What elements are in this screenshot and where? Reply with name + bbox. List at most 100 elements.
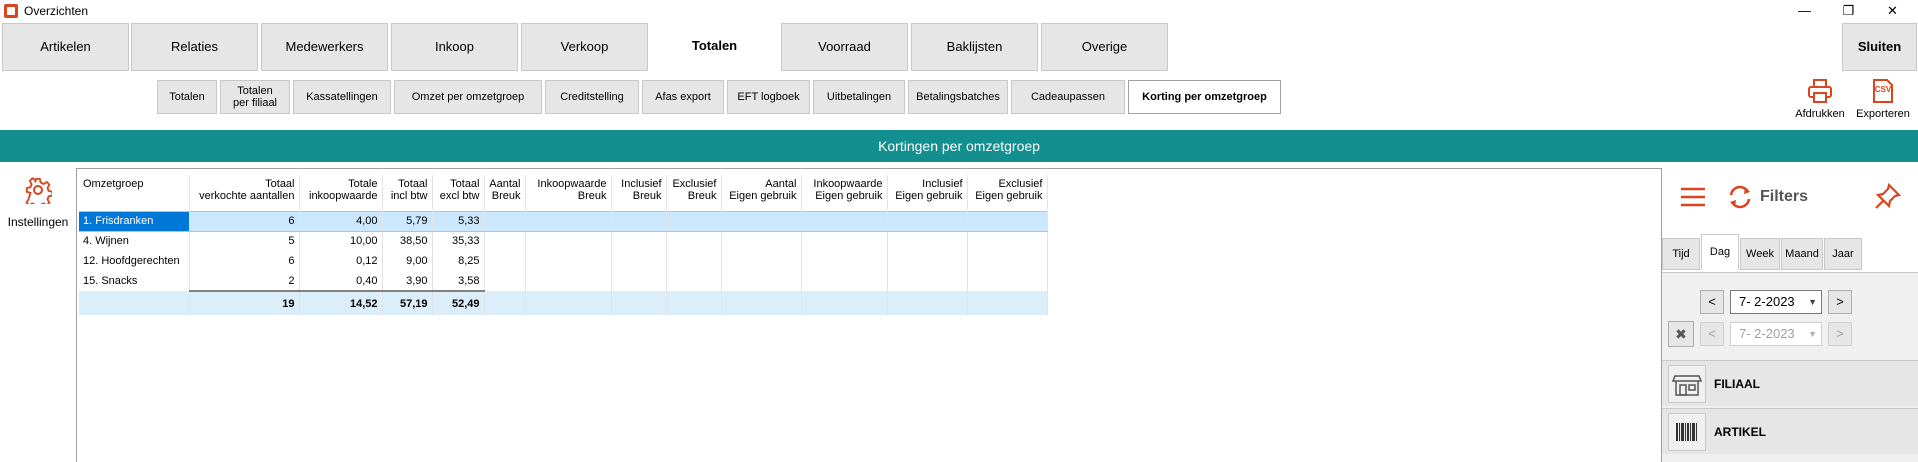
cell[interactable] <box>525 271 612 291</box>
col-header[interactable]: Exclusief Breuk <box>666 175 722 211</box>
cell[interactable]: 5,33 <box>432 210 485 232</box>
cell[interactable]: 2 <box>189 271 300 291</box>
clear-date-button[interactable]: ✖ <box>1668 321 1694 347</box>
cell[interactable] <box>611 251 667 271</box>
tab-maand[interactable]: Maand <box>1781 238 1823 270</box>
cell[interactable]: 9,00 <box>382 251 433 271</box>
cell[interactable] <box>611 231 667 251</box>
col-header[interactable]: Totaal verkochte aantallen <box>189 175 300 211</box>
cell[interactable] <box>887 251 968 271</box>
cell[interactable]: 0,40 <box>299 271 383 291</box>
subtab-korting-per-omzetgroep[interactable]: Korting per omzetgroep <box>1128 80 1281 114</box>
col-header[interactable]: Exclusief Eigen gebruik <box>967 175 1048 211</box>
col-header[interactable]: Aantal Eigen gebruik <box>721 175 802 211</box>
cell[interactable]: 6 <box>189 251 300 271</box>
cell[interactable] <box>525 251 612 271</box>
col-header[interactable]: Inkoopwaarde Eigen gebruik <box>801 175 888 211</box>
cell[interactable]: 35,33 <box>432 231 485 251</box>
cell[interactable] <box>721 271 802 291</box>
subtab-cadeaupassen[interactable]: Cadeaupassen <box>1011 80 1125 114</box>
table-row[interactable]: 4. Wijnen 5 10,00 38,50 35,33 <box>79 231 1048 251</box>
cell[interactable]: 4,00 <box>299 210 383 232</box>
cell[interactable]: 15. Snacks <box>79 271 190 291</box>
cell[interactable] <box>484 251 526 271</box>
cell[interactable] <box>801 231 888 251</box>
tab-dag[interactable]: Dag <box>1701 234 1739 270</box>
tab-tijd[interactable]: Tijd <box>1662 238 1700 270</box>
filiaal-filter[interactable]: FILIAAL <box>1662 360 1918 406</box>
cell[interactable] <box>525 210 612 232</box>
cell[interactable]: 8,25 <box>432 251 485 271</box>
subtab-afas-export[interactable]: Afas export <box>642 80 724 114</box>
cell[interactable]: 5 <box>189 231 300 251</box>
sluiten-button[interactable]: Sluiten <box>1842 23 1917 71</box>
cell[interactable] <box>801 271 888 291</box>
cell[interactable] <box>611 271 667 291</box>
tab-totalen[interactable]: Totalen <box>651 23 778 71</box>
cell[interactable]: 12. Hoofdgerechten <box>79 251 190 271</box>
pin-icon[interactable] <box>1874 182 1902 210</box>
col-header[interactable]: Inclusief Breuk <box>611 175 667 211</box>
cell[interactable] <box>666 251 722 271</box>
subtab-totalen-per-filiaal[interactable]: Totalen per filiaal <box>220 80 290 114</box>
cell[interactable] <box>484 271 526 291</box>
cell[interactable]: 6 <box>189 210 300 232</box>
col-header[interactable]: Totale inkoopwaarde <box>299 175 383 211</box>
tab-medewerkers[interactable]: Medewerkers <box>261 23 388 71</box>
cell[interactable] <box>967 231 1048 251</box>
cell[interactable]: 4. Wijnen <box>79 231 190 251</box>
next-date-button[interactable]: > <box>1828 290 1852 314</box>
cell[interactable]: 38,50 <box>382 231 433 251</box>
artikel-filter[interactable]: ARTIKEL <box>1662 408 1918 454</box>
cell[interactable] <box>967 251 1048 271</box>
prev-date-button[interactable]: < <box>1700 290 1724 314</box>
table-row[interactable]: 12. Hoofdgerechten 6 0,12 9,00 8,25 <box>79 251 1048 271</box>
restore-button[interactable]: ❐ <box>1826 0 1871 22</box>
cell[interactable] <box>801 210 888 232</box>
tab-inkoop[interactable]: Inkoop <box>391 23 518 71</box>
col-header[interactable]: Inkoopwaarde Breuk <box>525 175 612 211</box>
close-window-button[interactable]: ✕ <box>1870 0 1915 22</box>
subtab-uitbetalingen[interactable]: Uitbetalingen <box>813 80 905 114</box>
table-row[interactable]: 1. Frisdranken 6 4,00 5,79 5,33 <box>79 210 1048 232</box>
cell[interactable]: 10,00 <box>299 231 383 251</box>
cell[interactable] <box>967 210 1048 232</box>
tab-verkoop[interactable]: Verkoop <box>521 23 648 71</box>
cell[interactable]: 3,90 <box>382 271 433 291</box>
col-header[interactable]: Totaal incl btw <box>382 175 433 211</box>
tab-overige[interactable]: Overige <box>1041 23 1168 71</box>
date-from-picker[interactable]: 7- 2-2023 ▼ <box>1730 290 1822 314</box>
table-row[interactable]: 15. Snacks 2 0,40 3,90 3,58 <box>79 271 1048 291</box>
cell[interactable] <box>887 210 968 232</box>
cell[interactable] <box>887 231 968 251</box>
cell[interactable] <box>484 210 526 232</box>
tab-relaties[interactable]: Relaties <box>131 23 258 71</box>
cell[interactable] <box>721 251 802 271</box>
cell[interactable]: 5,79 <box>382 210 433 232</box>
tab-baklijsten[interactable]: Baklijsten <box>911 23 1038 71</box>
col-header[interactable]: Inclusief Eigen gebruik <box>887 175 968 211</box>
settings-button[interactable]: Instellingen <box>4 176 72 229</box>
col-header[interactable]: Aantal Breuk <box>484 175 526 211</box>
subtab-eft-logboek[interactable]: EFT logboek <box>727 80 810 114</box>
tab-week[interactable]: Week <box>1740 238 1780 270</box>
hamburger-menu-icon[interactable] <box>1680 186 1706 208</box>
cell[interactable] <box>967 271 1048 291</box>
subtab-betalingsbatches[interactable]: Betalingsbatches <box>908 80 1008 114</box>
subtab-totalen[interactable]: Totalen <box>157 80 217 114</box>
cell[interactable] <box>666 231 722 251</box>
cell[interactable] <box>484 231 526 251</box>
minimize-button[interactable]: — <box>1782 0 1827 22</box>
print-button[interactable]: Afdrukken <box>1792 78 1848 124</box>
cell[interactable] <box>801 251 888 271</box>
tab-voorraad[interactable]: Voorraad <box>781 23 908 71</box>
subtab-creditstelling[interactable]: Creditstelling <box>545 80 639 114</box>
cell[interactable] <box>666 271 722 291</box>
cell[interactable]: 3,58 <box>432 271 485 291</box>
cell[interactable] <box>611 210 667 232</box>
subtab-omzet-per-omzetgroep[interactable]: Omzet per omzetgroep <box>394 80 542 114</box>
cell[interactable]: 0,12 <box>299 251 383 271</box>
cell[interactable] <box>666 210 722 232</box>
cell[interactable] <box>887 271 968 291</box>
col-header[interactable]: Omzetgroep <box>79 175 190 211</box>
